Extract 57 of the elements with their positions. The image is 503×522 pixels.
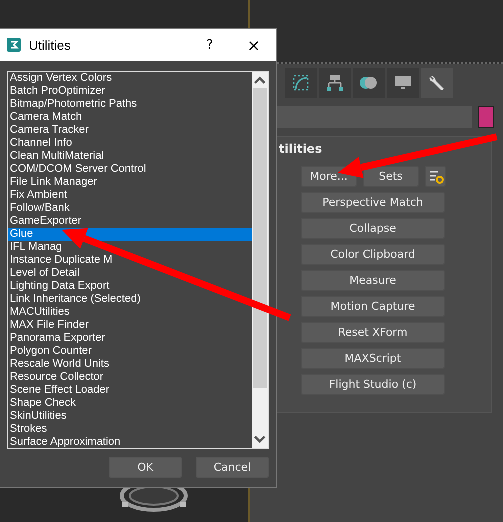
list-item[interactable]: Strokes [8, 423, 50, 436]
display-tab[interactable] [387, 68, 419, 98]
list-item[interactable]: Glue [8, 228, 252, 241]
list-item[interactable]: Rescale World Units [8, 358, 112, 371]
motion-tab[interactable] [353, 68, 385, 98]
window-title: Utilities [29, 38, 72, 52]
utility-button[interactable]: Motion Capture [301, 296, 445, 317]
list-item[interactable]: Follow/Bank [8, 202, 72, 215]
utility-button[interactable]: Perspective Match [301, 192, 445, 213]
list-item[interactable]: MAX File Finder [8, 319, 91, 332]
app-icon [7, 38, 21, 52]
rollout-title[interactable]: tilities [277, 137, 491, 159]
utility-button[interactable]: Collapse [301, 218, 445, 239]
list-item[interactable]: Instance Duplicate M [8, 254, 115, 267]
list-item[interactable]: Camera Match [8, 111, 84, 124]
utility-button[interactable]: Flight Studio (c) [301, 374, 445, 395]
list-item[interactable]: Bitmap/Photometric Paths [8, 98, 140, 111]
list-item[interactable]: Polygon Counter [8, 345, 94, 358]
ok-button[interactable]: OK [109, 457, 182, 478]
color-swatch[interactable] [478, 106, 494, 128]
wrench-tab[interactable] [421, 68, 453, 98]
list-item[interactable]: Fix Ambient [8, 189, 70, 202]
list-item[interactable]: Level of Detail [8, 267, 82, 280]
utility-button[interactable]: MAXScript [301, 348, 445, 369]
name-field[interactable] [277, 106, 472, 128]
modify-tab[interactable] [285, 68, 317, 98]
hierarchy-tab[interactable] [319, 68, 351, 98]
list-item[interactable]: Panorama Exporter [8, 332, 108, 345]
list-item[interactable]: Clean MultiMaterial [8, 150, 106, 163]
list-item[interactable]: Batch ProOptimizer [8, 85, 108, 98]
list-item[interactable]: IFL Manag [8, 241, 64, 254]
curve-icon[interactable] [291, 73, 311, 93]
list-item[interactable]: Assign Vertex Colors [8, 72, 114, 85]
hierarchy-icon[interactable] [325, 73, 345, 93]
utility-button[interactable]: Reset XForm [301, 322, 445, 343]
close-button[interactable]: × [232, 30, 276, 60]
cancel-button[interactable]: Cancel [196, 457, 269, 478]
list-item[interactable]: Scene Effect Loader [8, 384, 112, 397]
list-item[interactable]: Lighting Data Export [8, 280, 112, 293]
list-item[interactable]: Resource Collector [8, 371, 106, 384]
help-button[interactable]: ? [188, 30, 232, 60]
list-item[interactable]: Surface Approximation [8, 436, 123, 448]
list-item[interactable]: MACUtilities [8, 306, 72, 319]
utility-button[interactable]: Color Clipboard [301, 244, 445, 265]
list-item[interactable]: Camera Tracker [8, 124, 91, 137]
list-item[interactable]: Link Inheritance (Selected) [8, 293, 143, 306]
wrench-icon[interactable] [427, 73, 447, 93]
list-item[interactable]: Channel Info [8, 137, 74, 150]
scrollbar[interactable] [252, 72, 268, 448]
list-item[interactable]: SkinUtilities [8, 410, 69, 423]
sets-button[interactable]: Sets [363, 166, 419, 187]
utility-button[interactable]: Measure [301, 270, 445, 291]
list-item[interactable]: GameExporter [8, 215, 84, 228]
list-item[interactable]: File Link Manager [8, 176, 100, 189]
settings-button[interactable] [425, 166, 446, 187]
list-item[interactable]: Shape Check [8, 397, 78, 410]
list-item[interactable]: COM/DCOM Server Control [8, 163, 148, 176]
